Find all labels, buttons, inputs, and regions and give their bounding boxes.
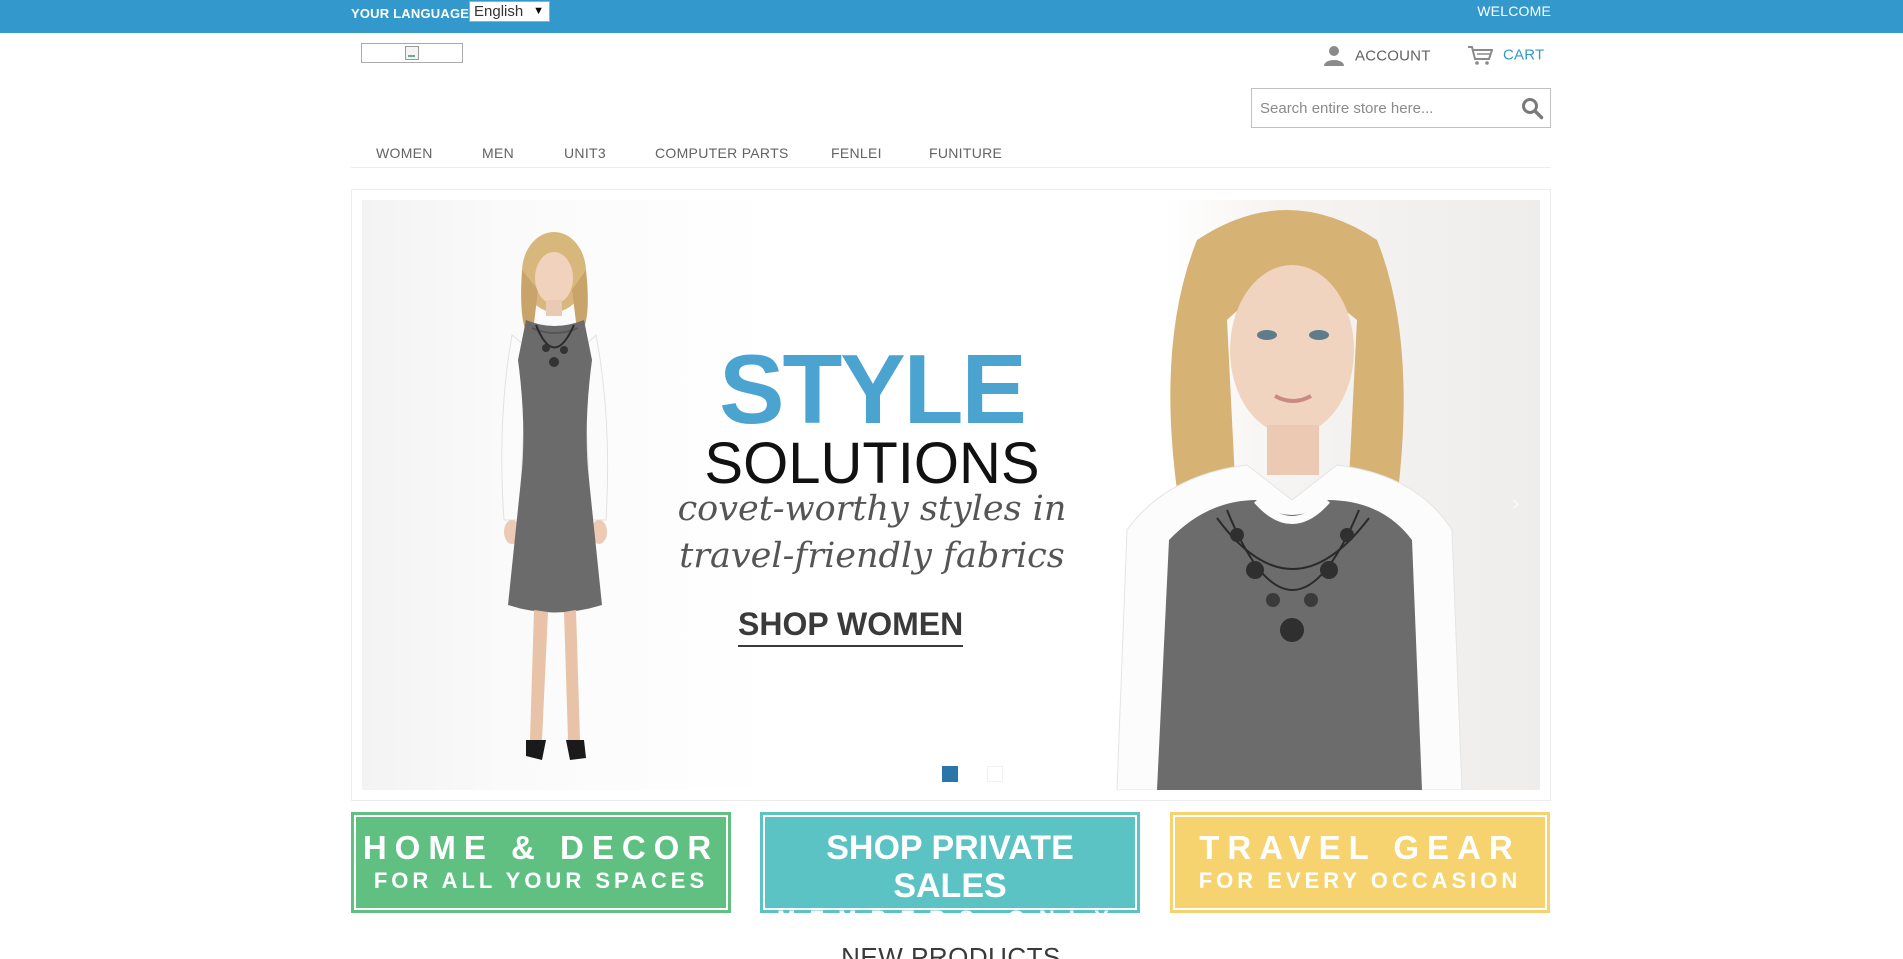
- slider-dot-1[interactable]: [942, 766, 958, 782]
- slider-dot-2[interactable]: [987, 766, 1003, 782]
- promo-private-sales-subtitle: MEMBERS ONLY: [777, 906, 1123, 931]
- promo-private-sales[interactable]: SHOP PRIVATE SALES MEMBERS ONLY: [760, 812, 1140, 931]
- welcome-message: WELCOME: [1477, 3, 1551, 19]
- store-logo[interactable]: [361, 43, 463, 63]
- slide-tagline-line-2: travel-friendly fabrics: [679, 536, 1065, 576]
- top-bar-inner: YOUR LANGUAGE: English ▼ WELCOME: [351, 0, 1551, 33]
- slide-tagline: covet-worthy styles in travel-friendly f…: [632, 486, 1112, 580]
- language-label: YOUR LANGUAGE:: [351, 6, 474, 21]
- top-bar: YOUR LANGUAGE: English ▼ WELCOME: [0, 0, 1903, 33]
- cart-icon: [1468, 46, 1493, 65]
- next-slide-arrow-icon[interactable]: ›: [1512, 490, 1519, 516]
- promo-private-sales-inner: SHOP PRIVATE SALES MEMBERS ONLY: [763, 815, 1137, 931]
- nav-item-computer-parts[interactable]: COMPUTER PARTS: [655, 145, 789, 161]
- account-link[interactable]: ACCOUNT: [1323, 45, 1431, 67]
- cart-label: CART: [1503, 46, 1545, 64]
- account-label: ACCOUNT: [1355, 47, 1431, 65]
- nav-item-funiture[interactable]: FUNITURE: [929, 145, 1002, 161]
- nav-item-women[interactable]: WOMEN: [376, 145, 433, 161]
- hero-slide[interactable]: STYLE SOLUTIONS covet-worthy styles in t…: [362, 200, 1540, 790]
- promo-travel-gear-title: TRAVEL GEAR: [1199, 829, 1521, 866]
- promo-travel-gear-inner: TRAVEL GEAR FOR EVERY OCCASION: [1173, 815, 1547, 910]
- cart-link[interactable]: CART: [1467, 45, 1544, 65]
- promo-home-decor-subtitle: FOR ALL YOUR SPACES: [373, 868, 709, 893]
- nav-item-men[interactable]: MEN: [482, 145, 514, 161]
- search-box: [1251, 88, 1551, 128]
- model-portrait-image: [1116, 210, 1463, 790]
- model-full-body-image: [501, 232, 609, 760]
- main-nav: WOMEN MEN UNIT3 COMPUTER PARTS FENLEI FU…: [351, 140, 1551, 168]
- promo-private-sales-title: SHOP PRIVATE SALES: [826, 829, 1074, 905]
- nav-item-unit3[interactable]: UNIT3: [564, 145, 606, 161]
- language-select[interactable]: English ▼: [469, 1, 550, 22]
- promo-home-decor[interactable]: HOME & DECOR FOR ALL YOUR SPACES: [351, 812, 731, 913]
- nav-item-fenlei[interactable]: FENLEI: [831, 145, 882, 161]
- dropdown-arrow-icon: ▼: [533, 5, 544, 17]
- language-selected-value: English: [474, 3, 524, 20]
- slide-title: STYLE: [719, 334, 1027, 444]
- new-products-heading: NEW PRODUCTS: [841, 942, 1061, 959]
- shop-women-link[interactable]: SHOP WOMEN: [738, 606, 964, 647]
- hero-slider: STYLE SOLUTIONS covet-worthy styles in t…: [351, 189, 1551, 801]
- search-icon[interactable]: [1520, 96, 1544, 120]
- promo-home-decor-inner: HOME & DECOR FOR ALL YOUR SPACES: [354, 815, 728, 910]
- promo-home-decor-title: HOME & DECOR: [362, 829, 720, 866]
- slide-tagline-line-1: covet-worthy styles in: [677, 489, 1067, 529]
- slide-subtitle: SOLUTIONS: [704, 431, 1040, 496]
- search-input[interactable]: [1252, 89, 1512, 127]
- broken-image-icon: [405, 46, 419, 60]
- promo-travel-gear[interactable]: TRAVEL GEAR FOR EVERY OCCASION: [1170, 812, 1550, 913]
- promo-travel-gear-subtitle: FOR EVERY OCCASION: [1198, 868, 1522, 893]
- person-icon: [1324, 46, 1344, 66]
